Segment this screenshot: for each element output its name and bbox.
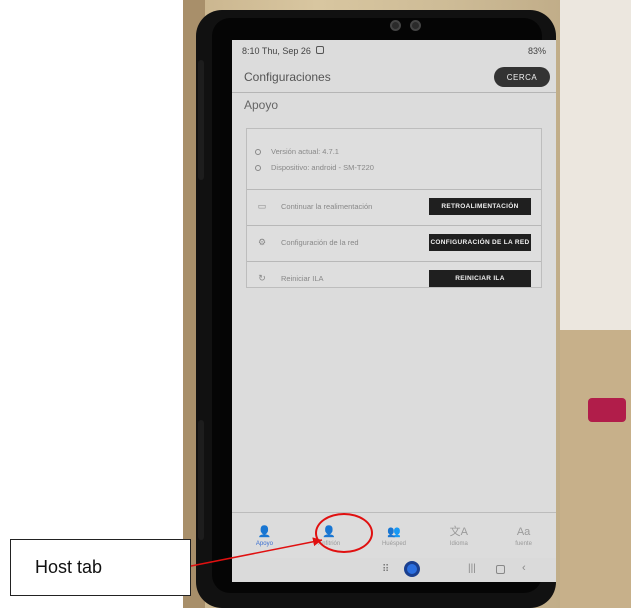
status-time: 8:10 Thu, Sep 26 [242, 46, 311, 56]
restart-row: ↻ Reiniciar ILA REINICIAR ILA [247, 264, 541, 294]
font-icon: Aa [516, 525, 531, 538]
tablet-icon [255, 164, 261, 171]
annotation-label: Host tab [10, 539, 191, 596]
network-settings-button[interactable]: CONFIGURACIÓN DE LA RED [429, 234, 531, 251]
photo-wall [560, 0, 631, 330]
back-icon[interactable]: ‹ [522, 562, 526, 574]
app-shortcut-icon[interactable] [404, 561, 420, 577]
divider [232, 92, 556, 93]
support-card: Versión actual: 4.7.1 Dispositivo: andro… [246, 128, 542, 288]
restart-button[interactable]: REINICIAR ILA [429, 270, 531, 287]
tab-language[interactable]: 文A Idioma [426, 514, 491, 558]
version-row: Versión actual: 4.7.1 [255, 147, 339, 156]
tab-support[interactable]: 👤 Apoyo [232, 514, 297, 558]
people-icon: 👥 [387, 525, 401, 538]
recents-icon[interactable]: ||| [468, 563, 476, 574]
home-icon[interactable] [496, 565, 505, 574]
tab-label: Huésped [381, 540, 406, 547]
network-row: ⚙ Configuración de la red CONFIGURACIÓN … [247, 228, 541, 258]
feedback-label: Continuar la realimentación [281, 202, 373, 211]
chat-icon: ▭ [257, 201, 267, 211]
nav-divider [232, 512, 556, 513]
refresh-icon: ↻ [258, 273, 266, 283]
notification-icon [316, 46, 324, 54]
translate-icon: 文A [449, 525, 468, 538]
photo-desk [560, 330, 631, 608]
status-bar: 8:10 Thu, Sep 26 83% [232, 40, 556, 62]
case-rib [198, 420, 204, 540]
info-icon [255, 148, 261, 155]
photo-object [588, 398, 626, 422]
sensor-icon [410, 20, 421, 31]
network-label: Configuración de la red [281, 238, 359, 247]
screenshot: { "status_bar": { "time": "8:10 Thu, Sep… [0, 0, 631, 608]
version-text: Versión actual: 4.7.1 [271, 147, 339, 156]
section-title: Apoyo [244, 98, 279, 112]
camera-icon [390, 20, 401, 31]
tab-label: fuente [515, 540, 532, 547]
battery-status: 83% [527, 46, 546, 56]
highlight-circle [315, 513, 373, 553]
bottom-nav: 👤 Apoyo 👤 Anfitrión 👥 Huésped 文A Idioma … [232, 514, 556, 558]
card-divider [247, 189, 541, 190]
tab-font[interactable]: Aa fuente [491, 514, 556, 558]
tab-label: Apoyo [255, 540, 273, 547]
restart-label: Reiniciar ILA [281, 274, 324, 283]
page-title: Configuraciones [244, 70, 331, 84]
system-nav-bar: ⠿ ||| ‹ [232, 558, 556, 582]
feedback-button[interactable]: RETROALIMENTACIÓN [429, 198, 531, 215]
feedback-row: ▭ Continuar la realimentación RETROALIME… [247, 192, 541, 222]
tablet-screen: 8:10 Thu, Sep 26 83% Configuraciones CER… [232, 40, 556, 582]
app-bar: Configuraciones CERCA [232, 62, 556, 92]
annotation-text: Host tab [35, 557, 103, 577]
gear-icon: ⚙ [257, 237, 267, 247]
apps-grid-icon[interactable]: ⠿ [382, 564, 389, 575]
person-icon: 👤 [257, 525, 272, 538]
case-rib [198, 60, 204, 180]
card-divider [247, 261, 541, 262]
close-button[interactable]: CERCA [494, 67, 550, 87]
tab-label: Idioma [449, 540, 468, 547]
device-row: Dispositivo: android - SM-T220 [255, 163, 374, 172]
card-divider [247, 225, 541, 226]
device-text: Dispositivo: android - SM-T220 [271, 163, 374, 172]
